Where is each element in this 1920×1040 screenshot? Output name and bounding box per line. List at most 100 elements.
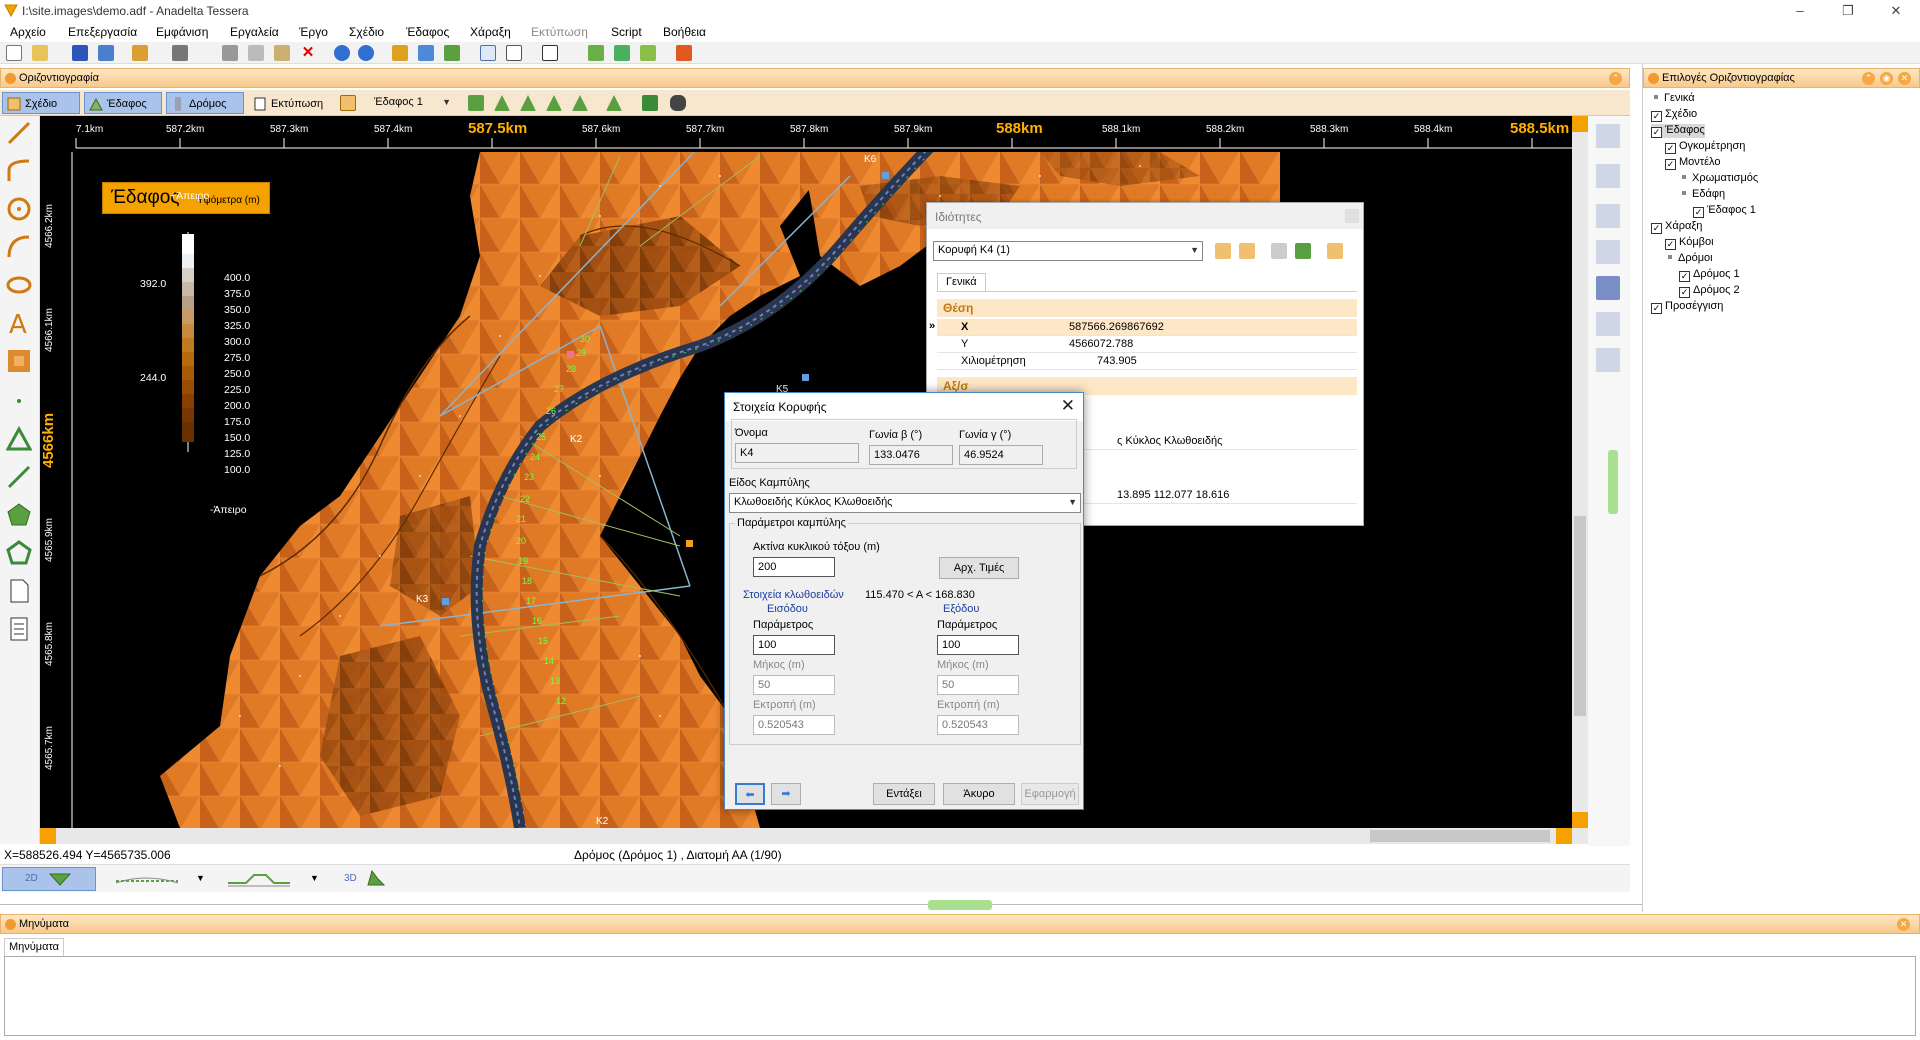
map-horizontal-scrollbar[interactable] — [40, 828, 1588, 844]
section-view-icon[interactable] — [226, 869, 292, 889]
menu-tools[interactable]: Εργαλεία — [230, 25, 279, 39]
tool-a-icon[interactable] — [1596, 124, 1620, 148]
terrain-tool-5-icon[interactable] — [572, 95, 588, 111]
checkbox-icon[interactable]: ✓ — [1679, 271, 1690, 282]
prop-tool-5-icon[interactable] — [1327, 243, 1343, 259]
terrain-tool-1-icon[interactable] — [468, 95, 484, 111]
checkbox-icon[interactable]: ✓ — [1651, 223, 1662, 234]
options-close-icon[interactable]: ✕ — [1898, 72, 1911, 85]
import-icon[interactable] — [640, 45, 656, 61]
tree-item[interactable]: ✓ Μοντέλο — [1665, 156, 1720, 170]
map-vertical-scrollbar[interactable] — [1572, 116, 1588, 828]
tree-item[interactable]: ✓ Έδαφος 1 — [1693, 204, 1756, 218]
tree-item[interactable]: ✓ Κόμβοι — [1665, 236, 1714, 250]
prop-tool-2-icon[interactable] — [1239, 243, 1255, 259]
menu-help[interactable]: Βοήθεια — [663, 25, 706, 39]
checkbox-icon[interactable]: ✓ — [1665, 159, 1676, 170]
export-icon[interactable] — [614, 45, 630, 61]
properties-close-icon[interactable] — [1345, 209, 1359, 223]
entry-param-field[interactable]: 100 — [753, 635, 835, 655]
entry-offset-field[interactable]: 0.520543 — [753, 715, 835, 735]
triangle-tool-icon[interactable] — [6, 426, 32, 452]
open-folder-icon[interactable] — [32, 45, 48, 61]
menu-alignment[interactable]: Χάραξη — [470, 25, 511, 39]
tree-item[interactable]: ✓ Δρόμος 2 — [1679, 284, 1740, 298]
vertex-k6-marker[interactable] — [882, 172, 889, 179]
menu-terrain[interactable]: Έδαφος — [406, 25, 449, 39]
scroll-thumb[interactable] — [1574, 516, 1586, 716]
section-dropdown-icon[interactable]: ▼ — [310, 873, 319, 883]
tree-item[interactable]: Γενικά — [1651, 92, 1695, 104]
document-tool-icon[interactable] — [6, 578, 32, 604]
report-tool-icon[interactable] — [6, 616, 32, 642]
polyline-tool-icon[interactable] — [6, 158, 32, 184]
tool-d-icon[interactable] — [1596, 240, 1620, 264]
back-icon[interactable] — [334, 45, 350, 61]
prop-tool-3-icon[interactable] — [1271, 243, 1287, 259]
text-tool-icon[interactable]: A — [6, 310, 32, 336]
exit-offset-field[interactable]: 0.520543 — [937, 715, 1019, 735]
binoculars-icon[interactable] — [670, 95, 686, 111]
tool-f-icon[interactable] — [1596, 312, 1620, 336]
panel-splitter-handle[interactable] — [1608, 450, 1618, 514]
horizontal-splitter[interactable] — [0, 898, 1920, 912]
forward-icon[interactable] — [358, 45, 374, 61]
view-2d-button[interactable]: 2D — [2, 867, 96, 891]
scroll-left-icon[interactable] — [40, 828, 56, 844]
prop-tool-4-icon[interactable] — [1295, 243, 1311, 259]
layer-settings-icon[interactable] — [340, 95, 356, 111]
tab-terrain[interactable]: Έδαφος — [84, 92, 162, 114]
menu-file[interactable]: Αρχείο — [10, 25, 46, 39]
view-3d-icon[interactable] — [366, 869, 386, 887]
polygon-outline-tool-icon[interactable] — [6, 540, 32, 566]
tool-b-icon[interactable] — [1596, 164, 1620, 188]
copy-icon[interactable] — [248, 45, 264, 61]
options-collapse-icon[interactable]: ⌃ — [1862, 72, 1875, 85]
view-3d-label[interactable]: 3D — [344, 873, 357, 884]
property-row-chainage[interactable]: Χιλιομέτρηση 743.905 — [937, 353, 1357, 370]
tree-item[interactable]: Δρόμοι — [1665, 252, 1713, 264]
entry-length-field[interactable]: 50 — [753, 675, 835, 695]
checkbox-icon[interactable]: ✓ — [1651, 127, 1662, 138]
tree-item[interactable]: ✓ Ογκομέτρηση — [1665, 140, 1745, 154]
scroll-up-icon[interactable] — [1572, 116, 1588, 132]
close-window-button[interactable]: ✕ — [1876, 2, 1916, 20]
menu-drawing[interactable]: Σχέδιο — [349, 25, 384, 39]
terrain-tool-6-icon[interactable] — [606, 95, 622, 111]
messages-area[interactable] — [4, 956, 1916, 1036]
measure-icon[interactable] — [676, 45, 692, 61]
vertex-k2-marker[interactable] — [567, 351, 574, 358]
prop-tool-1-icon[interactable] — [1215, 243, 1231, 259]
tree-item[interactable]: ✓ Έδαφος — [1651, 124, 1705, 138]
checkbox-icon[interactable]: ✓ — [1651, 111, 1662, 122]
polygon-tool-icon[interactable] — [6, 502, 32, 528]
minimize-button[interactable]: – — [1780, 2, 1820, 20]
segment-tool-icon[interactable] — [6, 464, 32, 490]
ellipse-tool-icon[interactable] — [6, 272, 32, 298]
property-row-x[interactable]: » X 587566.269867692 — [929, 319, 1357, 336]
page-icon[interactable] — [480, 45, 496, 61]
panel-collapse-icon[interactable]: ⌃ — [1609, 72, 1622, 85]
dialog-close-icon[interactable]: ✕ — [1061, 396, 1075, 416]
gamma-field[interactable]: 46.9524 — [959, 445, 1043, 465]
ok-button[interactable]: Εντάξει — [873, 783, 935, 805]
next-vertex-button[interactable]: ➡ — [771, 783, 801, 805]
vertex-k5-marker[interactable] — [802, 374, 809, 381]
beta-field[interactable]: 133.0476 — [869, 445, 953, 465]
redo-icon[interactable] — [172, 45, 188, 61]
point-tool-icon[interactable] — [6, 388, 32, 414]
menu-edit[interactable]: Επεξεργασία — [68, 25, 137, 39]
maximize-button[interactable]: ❐ — [1828, 2, 1868, 20]
curve-type-select[interactable]: Κλωθοειδής Κύκλος Κλωθοειδής ▼ — [729, 493, 1081, 513]
initial-values-button[interactable]: Αρχ. Τιμές — [939, 557, 1019, 579]
cancel-button[interactable]: Άκυρο — [943, 783, 1015, 805]
checkbox-icon[interactable]: ✓ — [1679, 287, 1690, 298]
circle-tool-icon[interactable] — [6, 196, 32, 222]
options-pin-icon[interactable]: ◉ — [1880, 72, 1893, 85]
profile-dropdown-icon[interactable]: ▼ — [196, 873, 205, 883]
name-field[interactable]: K4 — [735, 443, 859, 463]
new-file-icon[interactable] — [6, 45, 22, 61]
hatch-tool-icon[interactable] — [6, 348, 32, 374]
exit-length-field[interactable]: 50 — [937, 675, 1019, 695]
checkbox-icon[interactable]: ✓ — [1665, 239, 1676, 250]
